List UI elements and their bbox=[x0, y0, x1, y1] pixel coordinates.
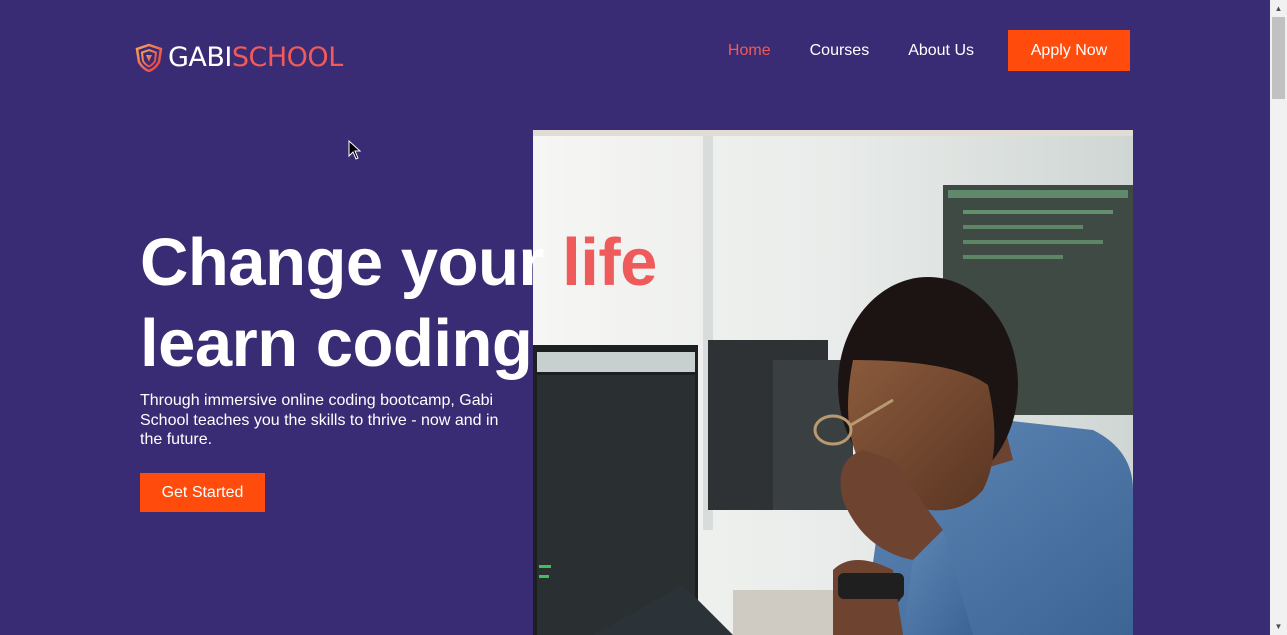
vertical-scrollbar[interactable]: ▲ ▼ bbox=[1270, 0, 1287, 635]
logo-text-secondary: SCHOOL bbox=[231, 42, 343, 73]
hero-subtext: Through immersive online coding bootcamp… bbox=[140, 392, 499, 448]
logo-text: GABISCHOOL bbox=[168, 43, 343, 73]
logo-text-primary: GABI bbox=[168, 42, 232, 73]
get-started-button[interactable]: Get Started bbox=[140, 473, 265, 512]
headline-line1: Change your bbox=[140, 225, 563, 300]
scroll-down-arrow-icon[interactable]: ▼ bbox=[1270, 618, 1287, 635]
landing-page: GABISCHOOL Home Courses About Us Apply N… bbox=[0, 0, 1270, 635]
headline-line2: learn coding bbox=[140, 306, 533, 381]
headline-accent: life bbox=[562, 225, 657, 300]
hero-headline: Change your life learn coding bbox=[140, 222, 657, 384]
nav-about-link[interactable]: About Us bbox=[908, 42, 974, 60]
site-logo[interactable]: GABISCHOOL bbox=[134, 42, 343, 74]
main-nav: Home Courses About Us Apply Now bbox=[728, 30, 1130, 71]
apply-now-button[interactable]: Apply Now bbox=[1008, 30, 1130, 71]
scroll-up-arrow-icon[interactable]: ▲ bbox=[1270, 0, 1287, 17]
shield-logo-icon bbox=[135, 43, 163, 73]
nav-courses-link[interactable]: Courses bbox=[810, 42, 870, 60]
scrollbar-thumb[interactable] bbox=[1272, 17, 1285, 99]
nav-home-link[interactable]: Home bbox=[728, 42, 771, 60]
mouse-cursor-icon bbox=[348, 140, 362, 160]
